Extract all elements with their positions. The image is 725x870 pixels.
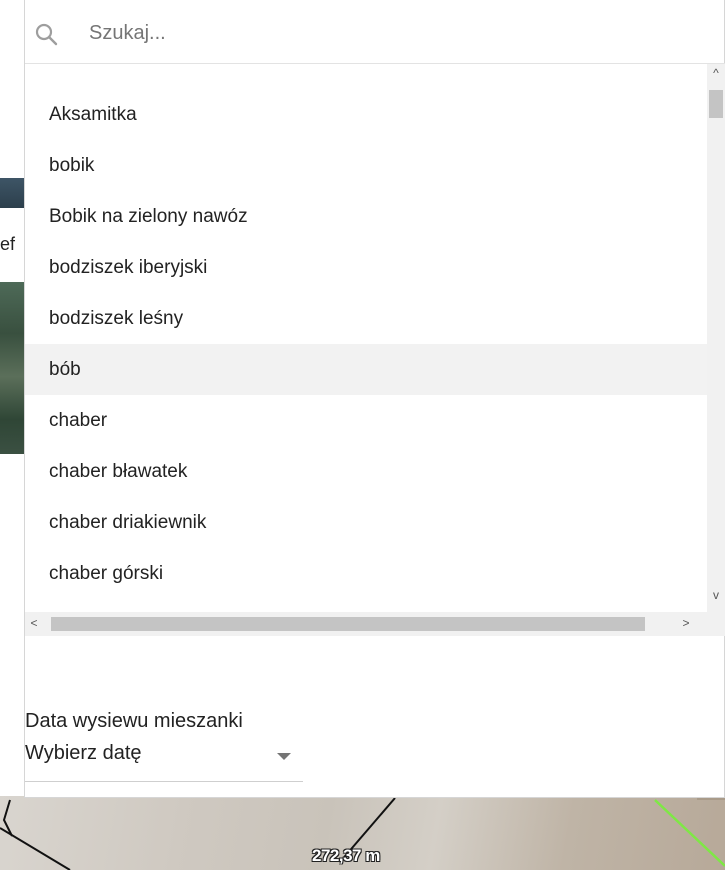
list-item-highlighted[interactable]: bób xyxy=(25,344,707,395)
horizontal-scroll-thumb[interactable] xyxy=(51,617,645,631)
species-selector-panel: Aksamitka bobik Bobik na zielony nawóz b… xyxy=(24,0,725,798)
sowing-date-label: Data wysiewu mieszanki xyxy=(25,710,243,732)
vertical-scrollbar[interactable]: ^ v xyxy=(707,64,725,612)
scroll-right-arrow[interactable]: > xyxy=(677,616,695,630)
list-item[interactable]: bodziszek leśny xyxy=(25,293,707,344)
list-item[interactable]: chaber górski xyxy=(25,548,707,599)
horizontal-scrollbar[interactable]: < > xyxy=(25,612,725,636)
list-item[interactable]: chaber bławatek xyxy=(25,446,707,497)
list-item[interactable]: Aksamitka xyxy=(25,89,707,140)
search-bar xyxy=(25,0,725,64)
map-satellite-tile-lower xyxy=(0,282,24,454)
sowing-date-select[interactable]: Wybierz datę xyxy=(25,738,303,782)
map-partial-label: ef xyxy=(0,234,16,254)
species-list-container[interactable]: Aksamitka bobik Bobik na zielony nawóz b… xyxy=(25,64,725,636)
search-input[interactable] xyxy=(89,18,689,48)
list-item[interactable]: bodziszek iberyjski xyxy=(25,242,707,293)
sowing-date-value: Wybierz datę xyxy=(25,742,142,764)
map-satellite-tile-upper xyxy=(0,178,24,208)
scroll-left-arrow[interactable]: < xyxy=(25,616,43,630)
scroll-down-arrow[interactable]: v xyxy=(707,588,725,602)
search-icon xyxy=(35,23,58,46)
species-list: Aksamitka bobik Bobik na zielony nawóz b… xyxy=(25,89,707,599)
map-scale-label: 272,37 m xyxy=(312,846,380,865)
list-item[interactable]: chaber xyxy=(25,395,707,446)
list-item[interactable]: Bobik na zielony nawóz xyxy=(25,191,707,242)
dropdown-caret-icon xyxy=(277,753,291,760)
scroll-up-arrow[interactable]: ^ xyxy=(707,66,725,80)
list-item[interactable]: bobik xyxy=(25,140,707,191)
list-item[interactable]: chaber driakiewnik xyxy=(25,497,707,548)
vertical-scroll-thumb[interactable] xyxy=(709,90,723,118)
parcel-boundary-green xyxy=(654,799,725,867)
